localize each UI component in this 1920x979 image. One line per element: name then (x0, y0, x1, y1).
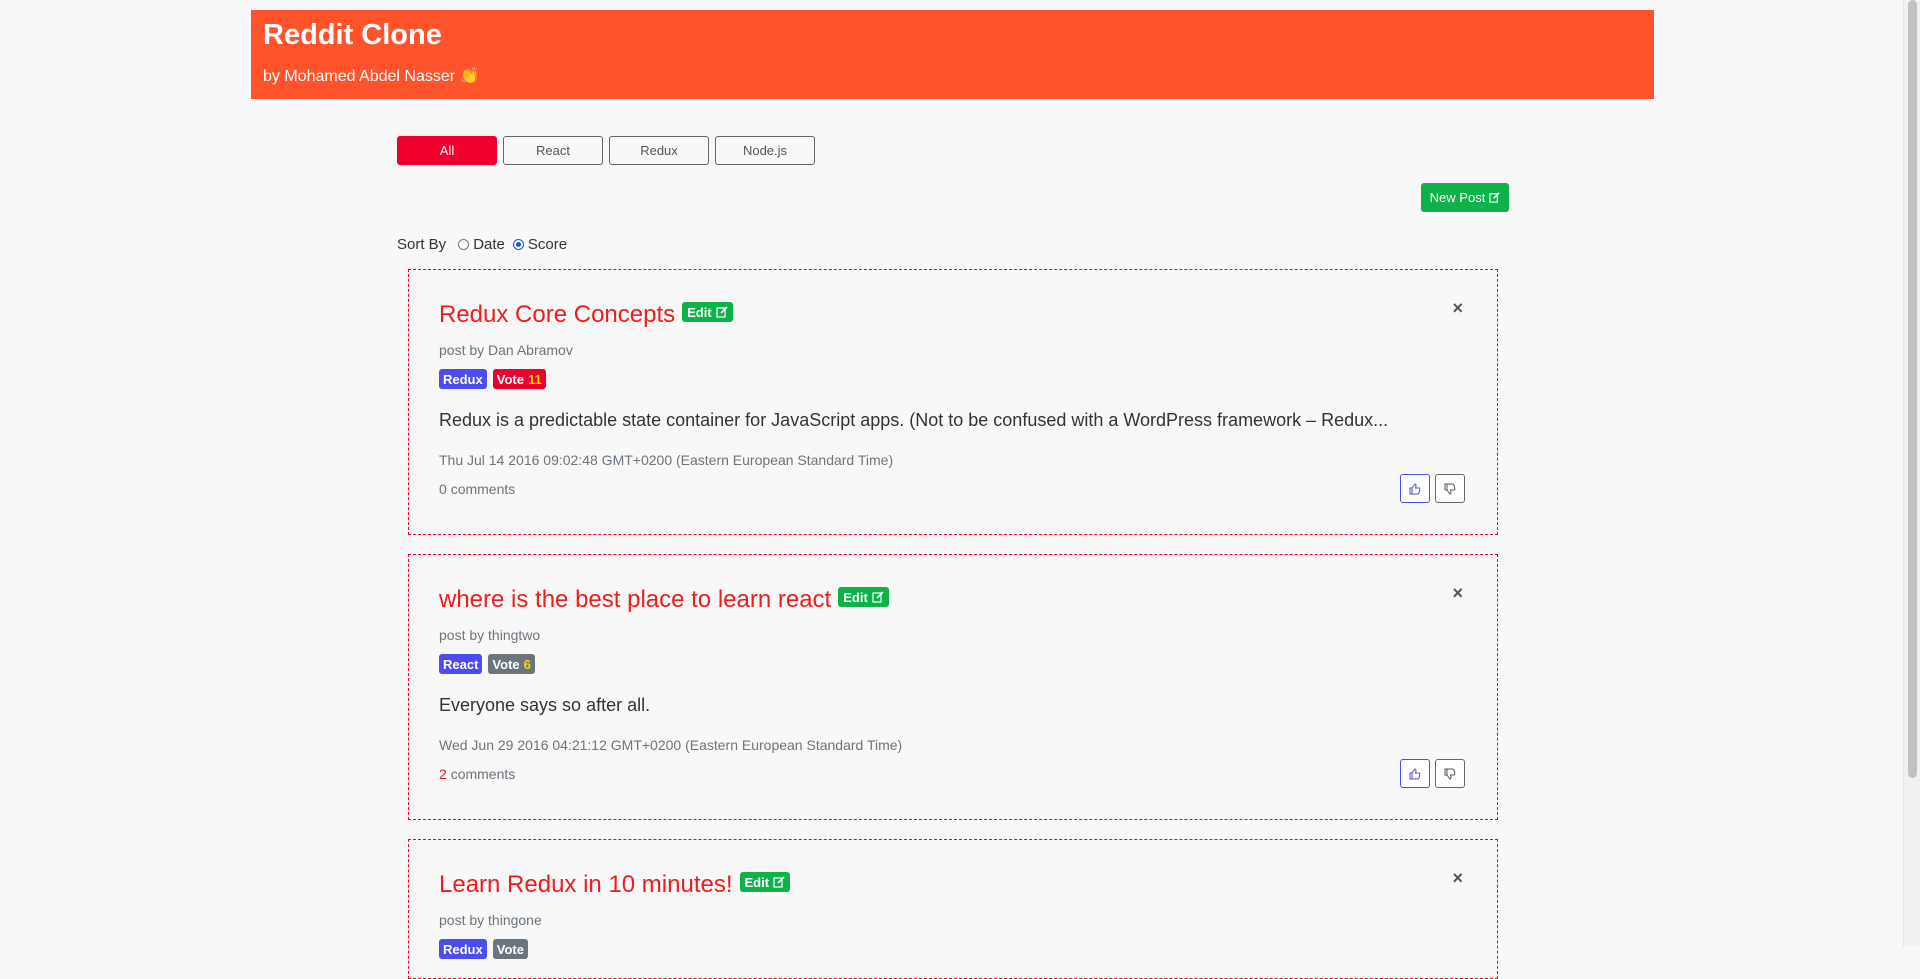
post-card: Redux Core Concepts Edit × post by Dan A… (408, 269, 1498, 535)
delete-post-close-icon[interactable]: × (1452, 868, 1463, 889)
comments-label: comments (450, 766, 516, 782)
post-card: Learn Redux in 10 minutes! Edit × post b… (408, 839, 1498, 979)
comment-count: 0 (439, 481, 447, 497)
edit-label: Edit (843, 589, 868, 605)
vote-label: Vote (492, 656, 520, 672)
sort-score-radio[interactable] (512, 239, 524, 250)
edit-post-button[interactable]: Edit (739, 872, 791, 892)
post-timestamp: Thu Jul 14 2016 09:02:48 GMT+0200 (Easte… (439, 452, 894, 468)
comment-count: 2 (439, 766, 447, 782)
upvote-button[interactable] (1400, 759, 1430, 788)
category-button-all[interactable]: All (397, 136, 497, 165)
post-badges: Redux Vote (439, 939, 528, 959)
new-post-button[interactable]: New Post (1421, 183, 1509, 212)
category-button-nodejs[interactable]: Node.js (715, 136, 815, 165)
delete-post-close-icon[interactable]: × (1452, 583, 1463, 604)
vote-badge: Vote (492, 939, 528, 959)
vote-badge: Vote 11 (492, 369, 546, 389)
post-comments-link[interactable]: 2 comments (439, 766, 515, 782)
vote-buttons (1400, 759, 1465, 788)
category-badge: Redux (439, 939, 487, 959)
post-author: post by thingone (439, 912, 542, 928)
vote-count: 6 (523, 656, 531, 672)
edit-post-button[interactable]: Edit (838, 587, 889, 607)
comments-label: comments (450, 481, 516, 497)
upvote-button[interactable] (1400, 474, 1430, 503)
thumbs-up-icon (1409, 482, 1421, 495)
vote-label: Vote (496, 371, 524, 387)
post-title[interactable]: where is the best place to learn react (439, 585, 831, 615)
post-author: post by Dan Abramov (439, 342, 573, 358)
post-badges: React Vote 6 (439, 654, 535, 674)
app-header: Reddit Clone by Mohamed Abdel Nasser 👏 (251, 10, 1654, 99)
category-badge: React (439, 654, 483, 674)
edit-icon (773, 876, 785, 888)
vote-label: Vote (496, 941, 524, 957)
post-title[interactable]: Redux Core Concepts (439, 300, 675, 330)
downvote-button[interactable] (1435, 759, 1465, 788)
sort-label: Sort By (397, 236, 447, 253)
sort-date-radio[interactable] (458, 239, 470, 250)
category-badge: Redux (439, 369, 487, 389)
edit-icon (872, 591, 884, 603)
edit-label: Edit (744, 874, 770, 890)
scrollbar-thumb[interactable] (1908, 0, 1917, 778)
post-author: post by thingtwo (439, 627, 541, 643)
page-scrollbar[interactable] (1903, 0, 1920, 946)
vote-count: 11 (527, 371, 542, 387)
vote-buttons (1400, 474, 1465, 503)
post-card: where is the best place to learn react E… (408, 554, 1498, 820)
vote-badge: Vote 6 (488, 654, 535, 674)
category-filter: All React Redux Node.js (397, 136, 815, 165)
thumbs-up-icon (1409, 767, 1421, 780)
post-comments-link[interactable]: 0 comments (439, 481, 515, 497)
post-badges: Redux Vote 11 (439, 369, 546, 389)
downvote-button[interactable] (1435, 474, 1465, 503)
category-button-redux[interactable]: Redux (609, 136, 709, 165)
new-post-label: New Post (1429, 190, 1486, 205)
thumbs-down-icon (1444, 483, 1456, 495)
edit-icon (1489, 192, 1500, 203)
category-button-react[interactable]: React (503, 136, 603, 165)
post-title[interactable]: Learn Redux in 10 minutes! (439, 870, 733, 900)
app-title: Reddit Clone (263, 19, 442, 51)
post-body: Redux is a predictable state container f… (439, 410, 1389, 430)
edit-icon (716, 306, 728, 318)
sort-controls: Sort By Date Score (397, 236, 575, 253)
sort-score-label[interactable]: Score (528, 236, 567, 253)
app-subtitle: by Mohamed Abdel Nasser 👏 (263, 68, 480, 85)
thumbs-down-icon (1444, 768, 1456, 780)
delete-post-close-icon[interactable]: × (1452, 298, 1463, 319)
edit-post-button[interactable]: Edit (682, 302, 733, 322)
post-body: Everyone says so after all. (439, 695, 651, 715)
edit-label: Edit (687, 304, 712, 320)
sort-date-label[interactable]: Date (473, 236, 505, 253)
post-timestamp: Wed Jun 29 2016 04:21:12 GMT+0200 (Easte… (439, 737, 903, 753)
